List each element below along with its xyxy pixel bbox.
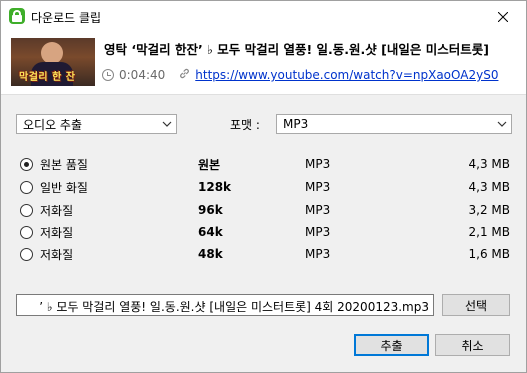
quality-bitrate: 96k (198, 203, 223, 217)
link-icon (179, 68, 190, 82)
quality-label: 저화질 (40, 225, 74, 240)
video-meta: 0:04:40 https://www.youtube.com/watch?v=… (102, 66, 498, 84)
quality-format: MP3 (305, 247, 331, 261)
close-button[interactable] (480, 1, 526, 32)
download-clip-dialog: 다운로드 클립 막걸리 한 잔 영탁 ‘막걸리 한잔’ ♭ 모두 막걸리 열풍!… (0, 0, 527, 373)
quality-format: MP3 (305, 180, 331, 194)
quality-size: 3,2 MB (468, 203, 510, 217)
quality-label: 일반 화질 (40, 180, 88, 195)
format-select-value: MP3 (283, 117, 309, 131)
cancel-button-label: 취소 (461, 338, 484, 353)
clock-icon (102, 69, 114, 81)
quality-bitrate: 64k (198, 225, 223, 239)
video-duration: 0:04:40 (119, 68, 166, 82)
filename-value: ’ ♭ 모두 막걸리 열풍! 일.동.원.샷 [내일은 미스터트롯] 4회 20… (39, 300, 429, 314)
lock-icon (9, 8, 25, 24)
video-url-link[interactable]: https://www.youtube.com/watch?v=npXaoOA2… (195, 68, 498, 82)
cancel-button[interactable]: 취소 (435, 334, 510, 356)
quality-radio[interactable] (20, 180, 33, 194)
title-bar: 다운로드 클립 (1, 1, 526, 32)
format-label: 포맷 : (230, 118, 260, 132)
quality-size: 4,3 MB (468, 157, 510, 171)
quality-bitrate: 48k (198, 247, 223, 261)
quality-size: 1,6 MB (468, 247, 510, 261)
chevron-down-icon (497, 121, 507, 127)
thumbnail-caption: 막걸리 한 잔 (19, 72, 76, 83)
video-thumbnail: 막걸리 한 잔 (11, 38, 95, 86)
video-title: 영탁 ‘막걸리 한잔’ ♭ 모두 막걸리 열풍! 일.동.원.샷 [내일은 미스… (104, 42, 489, 57)
quality-format: MP3 (305, 203, 331, 217)
quality-format: MP3 (305, 225, 331, 239)
window-title: 다운로드 클립 (31, 11, 102, 25)
browse-button[interactable]: 선택 (442, 294, 510, 316)
close-icon (498, 11, 508, 22)
format-select[interactable]: MP3 (276, 114, 512, 134)
quality-option[interactable]: 저화질 96k MP3 3,2 MB (20, 201, 510, 219)
quality-label: 저화질 (40, 203, 74, 218)
quality-option[interactable]: 저화질 64k MP3 2,1 MB (20, 223, 510, 241)
quality-radio[interactable] (20, 247, 33, 261)
chevron-down-icon (162, 121, 172, 127)
quality-label: 원본 품질 (40, 157, 88, 172)
quality-label: 저화질 (40, 247, 74, 262)
quality-option[interactable]: 저화질 48k MP3 1,6 MB (20, 245, 510, 263)
quality-format: MP3 (305, 157, 331, 171)
extract-button-label: 추출 (380, 338, 403, 353)
quality-size: 2,1 MB (468, 225, 510, 239)
quality-radio[interactable] (20, 203, 33, 217)
quality-option[interactable]: 일반 화질 128k MP3 4,3 MB (20, 178, 510, 196)
quality-size: 4,3 MB (468, 180, 510, 194)
browse-button-label: 선택 (464, 298, 488, 313)
mode-select-value: 오디오 추출 (23, 117, 83, 132)
video-info-header: 막걸리 한 잔 영탁 ‘막걸리 한잔’ ♭ 모두 막걸리 열풍! 일.동.원.샷… (1, 32, 526, 95)
quality-bitrate: 원본 (198, 157, 221, 172)
quality-bitrate: 128k (198, 180, 232, 194)
quality-radio[interactable] (20, 225, 33, 239)
filename-field[interactable]: ’ ♭ 모두 막걸리 열풍! 일.동.원.샷 [내일은 미스터트롯] 4회 20… (16, 294, 434, 316)
extract-button[interactable]: 추출 (354, 334, 429, 356)
mode-select[interactable]: 오디오 추출 (16, 114, 177, 134)
quality-radio[interactable] (20, 157, 33, 171)
quality-option[interactable]: 원본 품질 원본 MP3 4,3 MB (20, 155, 510, 173)
